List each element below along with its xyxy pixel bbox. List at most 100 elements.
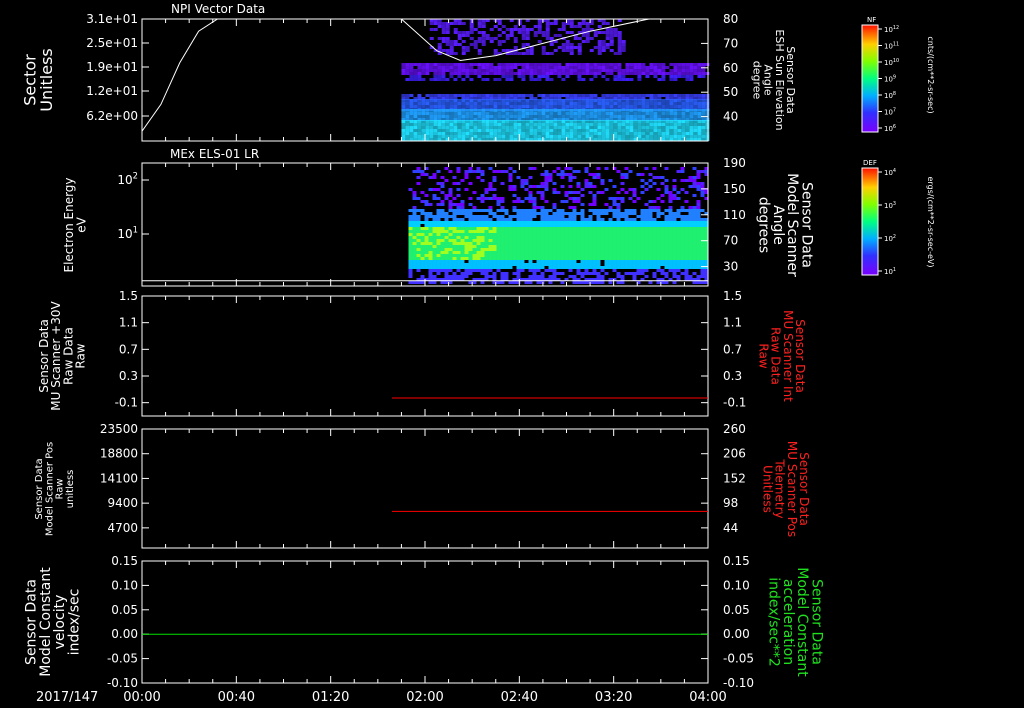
spectrogram-cell [553,109,558,112]
spectrogram-cell [664,236,669,239]
spectrogram-cell [624,260,629,263]
spectrogram-cell [608,206,613,209]
spectrogram-cell [441,129,446,132]
spectrogram-cell [521,94,526,97]
spectrogram-cell [540,194,545,197]
spectrogram-cell [596,224,601,227]
spectrogram-cell [444,167,449,170]
spectrogram-cell [401,123,406,126]
spectrogram-cell [668,260,673,263]
spectrogram-cell [408,224,413,227]
spectrogram-cell [416,245,421,248]
spectrogram-cell [408,218,413,221]
spectrogram-cell [701,123,706,126]
spectrogram-cell [492,251,497,254]
spectrogram-cell [596,260,601,263]
spectrogram-cell [508,167,513,170]
spectrogram-cell [621,115,626,118]
spectrogram-cell [605,132,610,135]
spectrogram-cell [644,167,649,170]
spectrogram-cell [412,242,417,245]
spectrogram-cell [541,34,546,37]
spectrogram-cell [700,218,705,221]
spectrogram-cell [501,102,506,105]
spectrogram-cell [672,245,677,248]
spectrogram-cell [481,109,486,112]
spectrogram-cell [565,94,570,97]
spectrogram-cell [433,126,438,129]
spectrogram-cell [573,123,578,126]
spectrogram-cell [625,72,630,75]
spectrogram-cell [649,94,654,97]
spectrogram-cell [549,132,554,135]
spectrogram-cell [496,260,501,263]
spectrogram-cell [532,245,537,248]
spectrogram-cell [624,167,629,170]
spectrogram-cell [464,212,469,215]
spectrogram-cell [640,215,645,218]
spectrogram-cell [636,233,641,236]
spectrogram-cell [420,248,425,251]
spectrogram-cell [680,188,685,191]
spectrogram-cell [689,75,694,78]
spectrogram-cell [545,31,550,34]
spectrogram-cell [609,49,614,52]
spectrogram-cell [696,185,701,188]
spectrogram-cell [652,218,657,221]
spectrogram-cell [460,206,465,209]
spectrogram-cell [417,94,422,97]
spectrogram-cell [465,120,470,123]
spectrogram-cell [460,251,465,254]
spectrogram-cell [449,126,454,129]
spectrogram-cell [617,123,622,126]
spectrogram-cell [612,257,617,260]
spectrogram-cell [565,132,570,135]
spectrogram-cell [693,112,698,115]
spectrogram-cell [488,218,493,221]
spectrogram-cell [461,102,466,105]
spectrogram-cell [656,206,661,209]
spectrogram-cell [525,129,530,132]
spectrogram-cell [673,94,678,97]
colorbar-def-bar [861,167,879,276]
spectrogram-cell [461,66,466,69]
spectrogram-cell [577,102,582,105]
spectrogram-cell [701,109,706,112]
spectrogram-cell [632,194,637,197]
spectrogram-cell [549,112,554,115]
spectrogram-cell [485,99,490,102]
spectrogram-cell [613,99,618,102]
spectrogram-cell [481,99,486,102]
spectrogram-cell [541,123,546,126]
spectrogram-cell [605,46,610,49]
spectrogram-cell [572,233,577,236]
panel3-right-label: 1.1 [723,316,742,330]
spectrogram-cell [681,99,686,102]
spectrogram-cell [516,281,521,284]
spectrogram-cell [684,221,689,224]
spectrogram-cell [577,49,582,52]
colorbar-nf-title: NF [867,16,876,24]
spectrogram-cell [477,120,482,123]
panel4-right-label: 206 [723,447,746,461]
spectrogram-cell [409,69,414,72]
spectrogram-cell [533,78,538,81]
spectrogram-cell [540,257,545,260]
spectrogram-cell [684,260,689,263]
spectrogram-cell [616,251,621,254]
panel5-right-label: 0.00 [723,627,750,641]
spectrogram-cell [481,66,486,69]
spectrogram-cell [640,218,645,221]
spectrogram-cell [545,112,550,115]
spectrogram-cell [660,239,665,242]
spectrogram-cell [576,230,581,233]
spectrogram-cell [573,37,578,40]
spectrogram-cell [632,257,637,260]
spectrogram-cell [476,242,481,245]
spectrogram-cell [497,115,502,118]
spectrogram-cell [476,209,481,212]
spectrogram-cell [501,75,506,78]
panel1-left-label: 6.2e+00 [86,109,138,123]
spectrogram-cell [465,63,470,66]
spectrogram-cell [692,260,697,263]
